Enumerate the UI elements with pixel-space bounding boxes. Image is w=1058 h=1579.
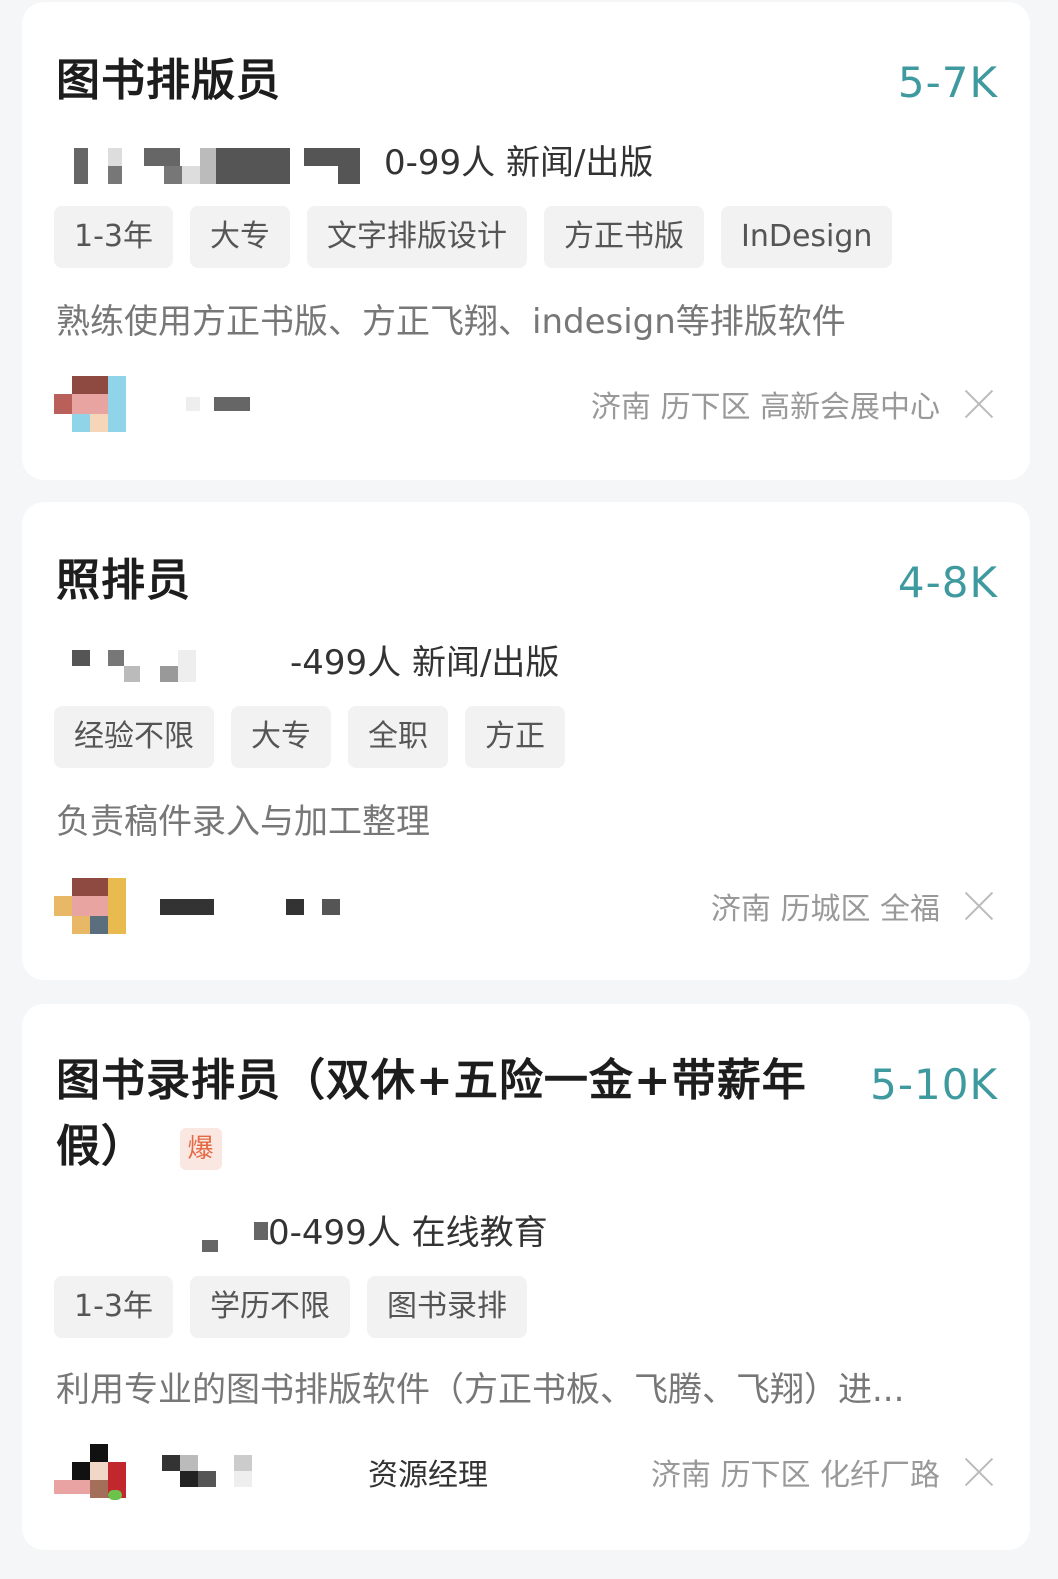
job-title-line2-text: 假）: [56, 1121, 146, 1172]
job-card[interactable]: 图书排版员 5-7K 0-99人 新闻/出版 1-3年 大专 文字排版设计 方正…: [22, 2, 1030, 480]
tag: InDesign: [721, 206, 893, 268]
tag: 学历不限: [190, 1276, 350, 1338]
job-location: 济南 历下区 化纤厂路: [650, 1458, 940, 1493]
close-icon[interactable]: [964, 389, 994, 419]
job-title: 图书排版员: [56, 55, 281, 106]
close-icon[interactable]: [964, 1457, 994, 1487]
company-info: -499人 新闻/出版: [290, 642, 560, 683]
tag-list: 1-3年 大专 文字排版设计 方正书版 InDesign: [54, 206, 893, 268]
blurred-recruiter-name: [174, 379, 314, 429]
recruiter-row: 济南 历下区 高新会展中心: [54, 376, 994, 432]
job-title: 照排员: [56, 555, 191, 606]
tag: 经验不限: [54, 706, 214, 768]
blurred-company-name: [56, 634, 282, 684]
blurred-company-name: [56, 1204, 268, 1254]
recruiter-title: 资源经理: [368, 1458, 488, 1493]
salary: 5-7K: [897, 58, 998, 107]
tag: 1-3年: [54, 206, 173, 268]
company-row: -499人 新闻/出版: [56, 634, 559, 684]
job-location: 济南 历城区 全福: [710, 892, 940, 927]
salary: 4-8K: [897, 558, 998, 607]
tag: 大专: [190, 206, 290, 268]
job-description: 熟练使用方正书版、方正飞翔、indesign等排版软件: [56, 302, 846, 342]
company-row: 0-99人 新闻/出版: [56, 134, 653, 184]
job-card[interactable]: 照排员 4-8K -499人 新闻/出版 经验不限 大专 全职 方正 负责稿件录…: [22, 502, 1030, 980]
avatar[interactable]: [54, 376, 126, 432]
job-description: 负责稿件录入与加工整理: [56, 802, 430, 842]
hot-badge: 爆: [180, 1128, 222, 1170]
company-row: 0-499人 在线教育: [56, 1204, 548, 1254]
job-title-line1: 图书录排员（双休+五险一金+带薪年: [56, 1055, 807, 1106]
tag: 全职: [348, 706, 448, 768]
job-location: 济南 历下区 高新会展中心: [590, 390, 940, 425]
job-description: 利用专业的图书排版软件（方正书板、飞腾、飞翔）进...: [56, 1370, 905, 1410]
tag: 方正: [465, 706, 565, 768]
tag: 1-3年: [54, 1276, 173, 1338]
tag-list: 经验不限 大专 全职 方正: [54, 706, 565, 768]
recruiter-row: 资源经理 济南 历下区 化纤厂路: [54, 1444, 994, 1500]
tag-list: 1-3年 学历不限 图书录排: [54, 1276, 527, 1338]
job-title-line2: 假） 爆: [56, 1114, 807, 1180]
job-card[interactable]: 图书录排员（双休+五险一金+带薪年 假）爆 5-10K 0-499人 在线教育 …: [22, 1004, 1030, 1550]
close-icon[interactable]: [964, 891, 994, 921]
company-info: 0-99人 新闻/出版: [384, 142, 654, 183]
company-info: 0-499人 在线教育: [268, 1212, 548, 1253]
blurred-recruiter-name: [162, 1447, 278, 1497]
avatar[interactable]: [54, 1444, 126, 1500]
tag: 文字排版设计: [307, 206, 527, 268]
blurred-recruiter-name: [160, 881, 410, 931]
job-title: 图书录排员（双休+五险一金+带薪年 假） 爆: [56, 1048, 807, 1180]
salary: 5-10K: [870, 1060, 998, 1109]
avatar[interactable]: [54, 878, 126, 934]
tag: 图书录排: [367, 1276, 527, 1338]
tag: 方正书版: [544, 206, 704, 268]
recruiter-row: 济南 历城区 全福: [54, 878, 994, 934]
tag: 大专: [231, 706, 331, 768]
blurred-company-name: [56, 134, 376, 184]
